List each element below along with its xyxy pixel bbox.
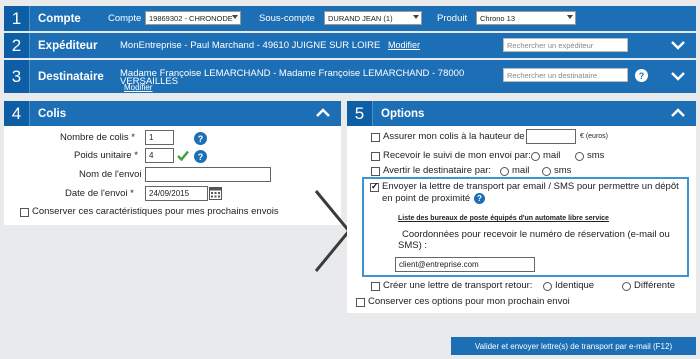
colis-panel: Nombre de colis * 1 ? Poids unitaire * 4…: [4, 126, 341, 225]
chevron-down-icon: [413, 15, 419, 19]
section-number: 4: [4, 101, 30, 126]
retour-differente-label: Différente: [634, 280, 676, 291]
section-destinataire-header[interactable]: 3 Destinataire Madame Françoise LEMARCHA…: [4, 60, 696, 93]
compte-label: Compte: [108, 13, 142, 24]
section-options-header[interactable]: 5 Options: [347, 101, 696, 126]
suivi-mail-label: mail: [543, 150, 561, 161]
assurer-checkbox[interactable]: [371, 133, 380, 142]
chevron-down-icon[interactable]: [670, 69, 686, 83]
suivi-mail-radio[interactable]: [531, 152, 540, 161]
section-title: Destinataire: [38, 70, 104, 83]
produit-label: Produit: [437, 13, 468, 24]
check-valid-icon: [177, 150, 189, 161]
lettre-transport-checkbox[interactable]: [370, 181, 379, 192]
avertir-mail-radio[interactable]: [500, 167, 509, 176]
chevron-up-icon[interactable]: [315, 106, 331, 120]
retour-label: Créer une lettre de transport retour:: [383, 280, 533, 291]
nombre-colis-input[interactable]: 1: [145, 130, 174, 145]
chevron-down-icon[interactable]: [670, 38, 686, 52]
coordonnees-email-input[interactable]: client@entreprise.com: [395, 257, 535, 272]
avertir-checkbox[interactable]: [371, 167, 380, 176]
nombre-colis-label: Nombre de colis *: [60, 132, 135, 143]
section-title: Options: [381, 107, 425, 120]
destinataire-search-input[interactable]: Rechercher un destinataire: [503, 68, 628, 82]
expediteur-search-input[interactable]: Rechercher un expéditeur: [503, 38, 628, 52]
coordonnees-label-line1: Coordonnées pour recevoir le numéro de r…: [402, 229, 670, 240]
conserver-caracteristiques-checkbox[interactable]: [20, 208, 29, 217]
assurer-label: Assurer mon colis à la hauteur de: [383, 131, 525, 142]
retour-identique-label: Identique: [555, 280, 595, 291]
valider-envoyer-button[interactable]: Valider et envoyer lettre(s) de transpor…: [451, 337, 696, 355]
expediteur-info: MonEntreprise - Paul Marchand - 49610 JU…: [120, 40, 381, 51]
date-envoi-label: Date de l'envoi *: [65, 188, 134, 199]
destinataire-modifier-link[interactable]: Modifier: [124, 83, 152, 92]
section-number: 1: [4, 6, 30, 31]
avertir-sms-radio[interactable]: [542, 167, 551, 176]
nom-envoi-input[interactable]: [145, 167, 271, 182]
expediteur-modifier-link[interactable]: Modifier: [388, 40, 420, 50]
chevron-down-icon: [567, 15, 573, 19]
suivi-sms-radio[interactable]: [575, 152, 584, 161]
coordonnees-label-line2: SMS) :: [398, 240, 428, 251]
poids-label: Poids unitaire *: [74, 150, 138, 161]
help-icon[interactable]: ?: [635, 69, 648, 82]
chevron-up-icon[interactable]: [670, 106, 686, 120]
conserver-caracteristiques-label: Conserver ces caractéristiques pour mes …: [32, 206, 279, 217]
lettre-transport-label-line2: en point de proximité: [382, 193, 471, 204]
lettre-transport-label-line1: Envoyer la lettre de transport par email…: [382, 181, 679, 192]
chevron-down-icon: [232, 15, 238, 19]
section-number: 5: [347, 101, 373, 126]
avertir-sms-label: sms: [554, 165, 572, 176]
avertir-label: Avertir le destinataire par:: [383, 165, 492, 176]
sous-compte-label: Sous-compte: [259, 13, 315, 24]
avertir-mail-label: mail: [512, 165, 530, 176]
compte-select[interactable]: 19869302 - CHRONODE: [145, 11, 241, 25]
section-expediteur-header[interactable]: 2 Expéditeur MonEntreprise - Paul Marcha…: [4, 33, 696, 58]
options-panel: Assurer mon colis à la hauteur de € (eur…: [347, 126, 696, 313]
conserver-options-checkbox[interactable]: [356, 298, 365, 307]
produit-select[interactable]: Chrono 13: [476, 11, 576, 25]
conserver-options-label: Conserver ces options pour mon prochain …: [368, 296, 570, 307]
retour-checkbox[interactable]: [371, 282, 380, 291]
lettre-transport-frame: Envoyer la lettre de transport par email…: [362, 177, 689, 277]
section-title: Expéditeur: [38, 39, 98, 52]
help-icon[interactable]: ?: [194, 132, 207, 145]
section-title: Colis: [38, 107, 67, 120]
section-compte-header[interactable]: 1 Compte Compte 19869302 - CHRONODE Sous…: [4, 6, 696, 31]
section-colis-header[interactable]: 4 Colis: [4, 101, 341, 126]
section-number: 2: [4, 33, 30, 58]
nom-envoi-label: Nom de l'envoi: [79, 169, 142, 180]
suivi-checkbox[interactable]: [371, 152, 380, 161]
help-icon[interactable]: ?: [194, 150, 207, 163]
assurer-unit: € (euros): [580, 133, 609, 140]
sous-compte-select[interactable]: DURAND JEAN (1): [324, 11, 422, 25]
suivi-label: Recevoir le suivi de mon envoi par:: [383, 150, 531, 161]
retour-differente-radio[interactable]: [622, 282, 631, 291]
section-title: Compte: [38, 12, 81, 25]
help-icon[interactable]: ?: [474, 193, 485, 204]
section-number: 3: [4, 60, 30, 93]
date-envoi-input[interactable]: 24/09/2015: [145, 186, 208, 201]
poids-input[interactable]: 4: [145, 148, 174, 163]
retour-identique-radio[interactable]: [543, 282, 552, 291]
calendar-icon[interactable]: [209, 186, 222, 200]
assurer-amount-input[interactable]: [526, 129, 576, 144]
liste-bureaux-link[interactable]: Liste des bureaux de poste équipés d'un …: [398, 215, 609, 222]
suivi-sms-label: sms: [587, 150, 605, 161]
